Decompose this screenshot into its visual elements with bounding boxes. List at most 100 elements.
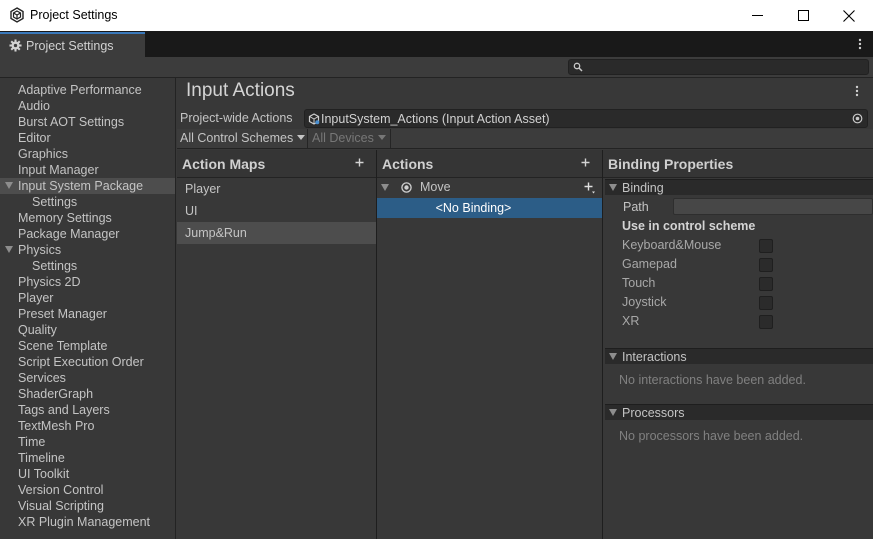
- sidebar-item-label: Memory Settings: [18, 211, 112, 225]
- scheme-row-xr: XR: [622, 313, 872, 332]
- interactions-section-label: Interactions: [622, 350, 687, 364]
- sidebar-item-graphics[interactable]: Graphics: [0, 146, 175, 162]
- sidebar-item-label: Tags and Layers: [18, 403, 110, 417]
- binding-section-header[interactable]: Binding: [605, 179, 873, 195]
- object-picker-icon[interactable]: [852, 113, 863, 124]
- expand-arrow-icon[interactable]: [381, 184, 389, 191]
- maximize-button[interactable]: [780, 0, 826, 31]
- page-title: Input Actions: [186, 80, 295, 101]
- action-map-label: Player: [185, 182, 221, 196]
- devices-dropdown[interactable]: All Devices: [309, 129, 391, 148]
- interactions-section-header[interactable]: Interactions: [605, 348, 873, 364]
- sidebar-item-label: Physics: [18, 243, 62, 257]
- search-icon: [573, 62, 583, 72]
- sidebar-item-time[interactable]: Time: [0, 434, 175, 450]
- sidebar-item-memory-settings[interactable]: Memory Settings: [0, 210, 175, 226]
- action-maps-title: Action Maps: [182, 156, 266, 172]
- processors-section-header[interactable]: Processors: [605, 404, 873, 420]
- action-map-ui[interactable]: UI: [177, 200, 376, 222]
- project-wide-actions-value: InputSystem_Actions (Input Action Asset): [321, 112, 550, 126]
- scheme-checkbox[interactable]: [759, 315, 773, 329]
- path-field[interactable]: [673, 198, 873, 215]
- tab-menu-button[interactable]: [854, 37, 866, 51]
- action-name: Move: [420, 180, 451, 194]
- sidebar-item-label: Timeline: [18, 451, 65, 465]
- sidebar-item-input-system-settings[interactable]: Settings: [0, 194, 175, 210]
- action-type-icon: [401, 182, 412, 193]
- add-action-map-icon[interactable]: [354, 157, 365, 168]
- processors-section-label: Processors: [622, 406, 685, 420]
- sidebar-item-input-system-package[interactable]: Input System Package: [0, 178, 175, 194]
- action-map-label: UI: [185, 204, 198, 218]
- sidebar-item-player[interactable]: Player: [0, 290, 175, 306]
- action-row-move[interactable]: Move: [377, 178, 602, 197]
- window-title: Project Settings: [30, 8, 118, 22]
- sidebar-item-label: XR Plugin Management: [18, 515, 151, 529]
- add-action-icon[interactable]: [580, 157, 591, 168]
- scheme-label: XR: [622, 314, 640, 328]
- binding-properties-title: Binding Properties: [608, 156, 734, 172]
- scheme-row-joystick: Joystick: [622, 294, 872, 313]
- sidebar-item-version-control[interactable]: Version Control: [0, 482, 175, 498]
- scheme-checkbox[interactable]: [759, 239, 773, 253]
- sidebar-item-label: Quality: [18, 323, 57, 337]
- sidebar-item-label: Audio: [18, 99, 50, 113]
- sidebar-item-visual-scripting[interactable]: Visual Scripting: [0, 498, 175, 514]
- expand-arrow-icon[interactable]: [5, 182, 13, 189]
- sidebar-item-ui-toolkit[interactable]: UI Toolkit: [0, 466, 175, 482]
- action-map-jump-and-run[interactable]: Jump&Run: [177, 222, 376, 244]
- action-map-player[interactable]: Player: [177, 178, 376, 200]
- sidebar-item-adaptive-performance[interactable]: Adaptive Performance: [0, 82, 175, 98]
- scheme-checkbox[interactable]: [759, 258, 773, 272]
- sidebar-item-burst-aot-settings[interactable]: Burst AOT Settings: [0, 114, 175, 130]
- unity-logo-icon: [10, 7, 24, 23]
- project-wide-actions-label: Project-wide Actions: [180, 111, 293, 125]
- sidebar-item-physics[interactable]: Physics: [0, 242, 175, 258]
- tab-project-settings[interactable]: Project Settings: [0, 32, 145, 57]
- sidebar-item-label: ShaderGraph: [18, 387, 94, 401]
- sidebar-item-physics-2d[interactable]: Physics 2D: [0, 274, 175, 290]
- sidebar-item-editor[interactable]: Editor: [0, 130, 175, 146]
- page-menu-button[interactable]: [852, 84, 862, 98]
- sidebar-item-physics-settings[interactable]: Settings: [0, 258, 175, 274]
- search-input[interactable]: [568, 59, 869, 75]
- sidebar-item-xr-plugin-management[interactable]: XR Plugin Management: [0, 514, 175, 530]
- scheme-row-gamepad: Gamepad: [622, 256, 872, 275]
- sidebar-item-shadergraph[interactable]: ShaderGraph: [0, 386, 175, 402]
- sidebar-item-services[interactable]: Services: [0, 370, 175, 386]
- expand-arrow-icon[interactable]: [5, 246, 13, 253]
- project-wide-actions-field[interactable]: InputSystem_Actions (Input Action Asset): [304, 109, 868, 128]
- sidebar-item-label: Burst AOT Settings: [18, 115, 125, 129]
- sidebar-item-preset-manager[interactable]: Preset Manager: [0, 306, 175, 322]
- sidebar-item-script-execution-order[interactable]: Script Execution Order: [0, 354, 175, 370]
- binding-label: <No Binding>: [435, 201, 512, 215]
- sidebar-item-textmesh-pro[interactable]: TextMesh Pro: [0, 418, 175, 434]
- control-schemes-label: All Control Schemes: [180, 131, 294, 145]
- sidebar-item-label: Input Manager: [18, 163, 99, 177]
- scheme-checkbox[interactable]: [759, 296, 773, 310]
- sidebar-item-audio[interactable]: Audio: [0, 98, 175, 114]
- scheme-label: Keyboard&Mouse: [622, 238, 722, 252]
- sidebar-item-label: Script Execution Order: [18, 355, 144, 369]
- sidebar-item-input-manager[interactable]: Input Manager: [0, 162, 175, 178]
- title-bar: Project Settings: [0, 0, 873, 31]
- sidebar-item-tags-and-layers[interactable]: Tags and Layers: [0, 402, 175, 418]
- sidebar-item-label: Input System Package: [18, 179, 144, 193]
- sidebar-item-scene-template[interactable]: Scene Template: [0, 338, 175, 354]
- binding-row[interactable]: <No Binding>: [377, 198, 602, 218]
- minimize-icon: [751, 15, 763, 16]
- sidebar-item-timeline[interactable]: Timeline: [0, 450, 175, 466]
- sidebar-item-label: Visual Scripting: [18, 499, 104, 513]
- devices-label: All Devices: [312, 131, 374, 145]
- tab-label: Project Settings: [26, 39, 114, 53]
- scheme-label: Gamepad: [622, 257, 677, 271]
- scheme-checkbox[interactable]: [759, 277, 773, 291]
- close-button[interactable]: [826, 0, 872, 31]
- binding-properties-header: Binding Properties: [603, 150, 873, 178]
- control-schemes-dropdown[interactable]: All Control Schemes: [177, 129, 308, 148]
- sidebar-item-quality[interactable]: Quality: [0, 322, 175, 338]
- add-binding-icon[interactable]: [583, 181, 596, 194]
- minimize-button[interactable]: [734, 0, 780, 31]
- sidebar-item-package-manager[interactable]: Package Manager: [0, 226, 175, 242]
- actions-header: Actions: [377, 150, 602, 178]
